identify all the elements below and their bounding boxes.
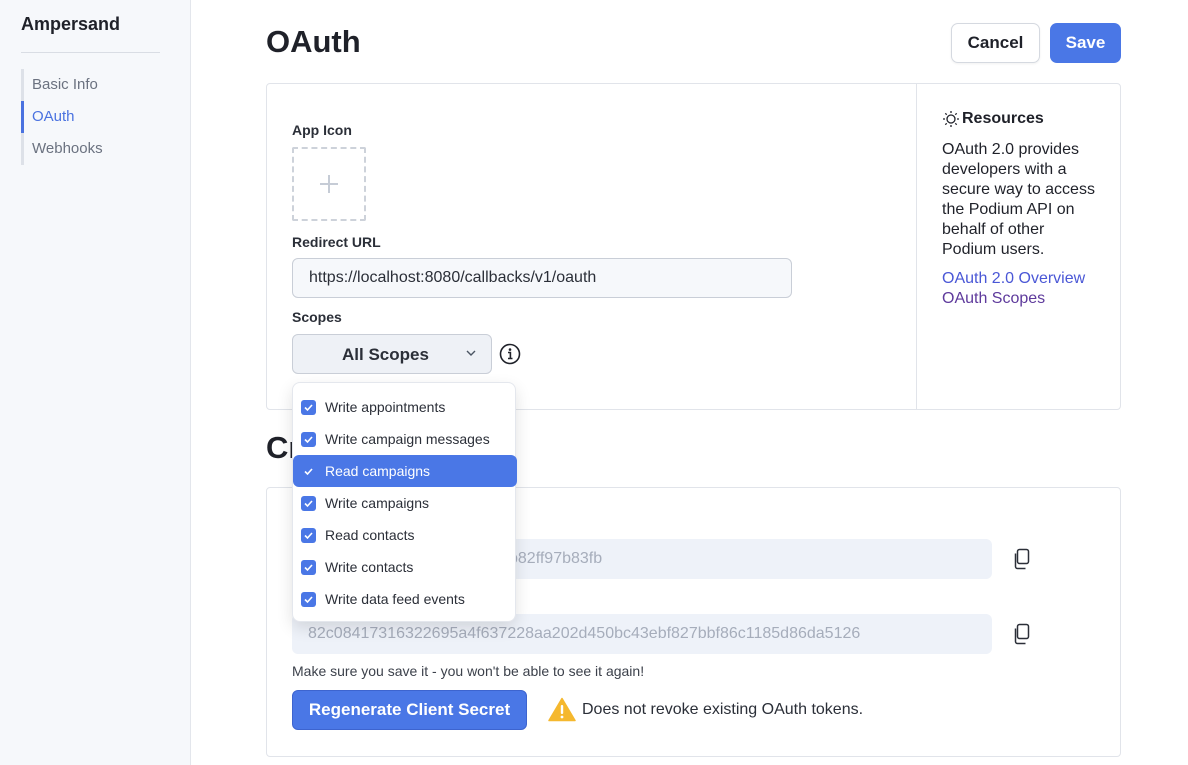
save-button[interactable]: Save: [1050, 23, 1121, 63]
scope-option[interactable]: Write contacts: [293, 551, 517, 583]
scope-option-label: Write appointments: [325, 399, 446, 415]
card-divider: [916, 84, 917, 409]
scope-option[interactable]: Write data feed events: [293, 583, 517, 615]
brand-name: Ampersand: [21, 14, 121, 34]
divider: [21, 52, 160, 53]
sidebar: Ampersand Basic Info OAuth Webhooks: [0, 0, 191, 765]
plus-icon: [320, 175, 338, 193]
sidebar-item-basic-info[interactable]: Basic Info: [21, 69, 171, 101]
app-icon-label: App Icon: [292, 122, 352, 138]
sidebar-item-oauth[interactable]: OAuth: [21, 101, 171, 133]
scope-option[interactable]: Write campaign messages: [293, 423, 517, 455]
client-id-value: b82ff97b83fb: [509, 550, 603, 567]
scope-option[interactable]: Write campaigns: [293, 487, 517, 519]
oauth-scopes-link[interactable]: OAuth Scopes: [942, 290, 1045, 308]
scopes-select[interactable]: All Scopes: [292, 334, 492, 374]
scope-option-highlighted[interactable]: Read campaigns: [293, 455, 517, 487]
sidebar-item-webhooks[interactable]: Webhooks: [21, 133, 171, 165]
warning-text: Does not revoke existing OAuth tokens.: [582, 701, 864, 718]
secret-hint: Make sure you save it - you won't be abl…: [292, 663, 645, 679]
cancel-button[interactable]: Cancel: [951, 23, 1040, 63]
scope-option-label: Read contacts: [325, 527, 415, 543]
checkbox-checked-icon: [301, 592, 316, 607]
scope-option-label: Read campaigns: [325, 463, 431, 479]
lightbulb-icon: [943, 111, 959, 127]
resources-title: Resources: [962, 110, 1044, 127]
scope-option[interactable]: Write appointments: [293, 391, 517, 423]
regenerate-secret-button[interactable]: Regenerate Client Secret: [292, 690, 527, 730]
checkbox-checked-icon: [301, 528, 316, 543]
scope-option-label: Write data feed events: [325, 591, 465, 607]
scopes-dropdown: Write appointments Write campaign messag…: [292, 382, 517, 622]
checkbox-checked-icon: [301, 432, 316, 447]
scopes-label: Scopes: [292, 309, 342, 325]
scope-option[interactable]: Read contacts: [293, 519, 517, 551]
page-title: OAuth: [266, 24, 361, 59]
chevron-down-icon: [466, 350, 476, 356]
resources-description: OAuth 2.0 provides developers with a sec…: [942, 141, 1095, 258]
scopes-select-value: All Scopes: [342, 345, 429, 364]
checkbox-checked-icon: [301, 400, 316, 415]
scope-option-label: Write contacts: [325, 559, 414, 575]
sidebar-nav: Basic Info OAuth Webhooks: [21, 69, 171, 165]
checkmark-icon: [301, 464, 316, 479]
warning-icon: [548, 697, 576, 722]
scope-option-label: Write campaign messages: [325, 431, 490, 447]
oauth-overview-link[interactable]: OAuth 2.0 Overview: [942, 270, 1085, 288]
copy-icon[interactable]: [1012, 623, 1032, 645]
redirect-url-input[interactable]: [292, 258, 792, 298]
app-icon-upload[interactable]: [292, 147, 366, 221]
copy-icon[interactable]: [1012, 548, 1032, 570]
info-icon[interactable]: [499, 343, 521, 365]
scope-option-label: Write campaigns: [325, 495, 430, 511]
checkbox-checked-icon: [301, 496, 316, 511]
redirect-url-label: Redirect URL: [292, 234, 381, 250]
checkbox-checked-icon: [301, 560, 316, 575]
